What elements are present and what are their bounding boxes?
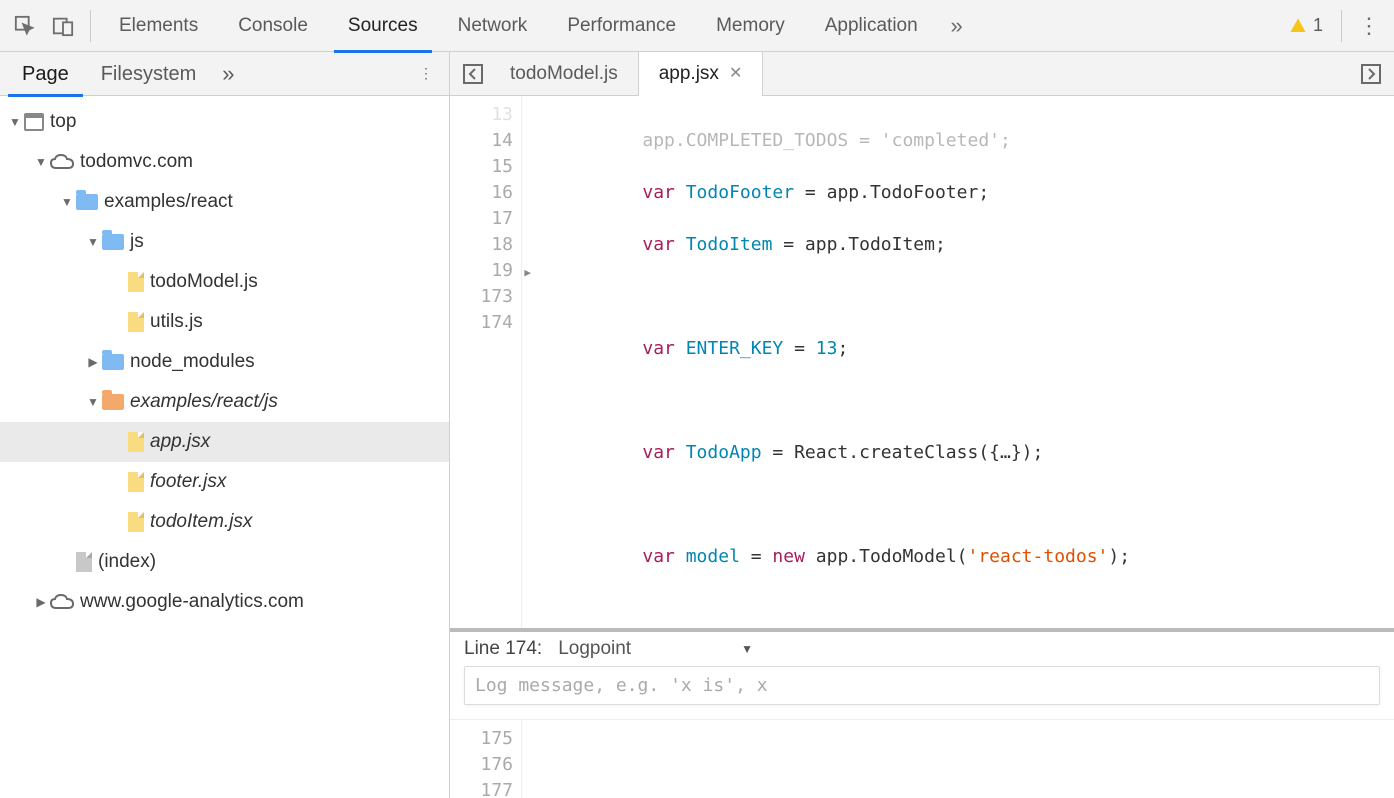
tree-folder[interactable]: ▶ node_modules xyxy=(0,342,449,382)
file-tree: ▼ top ▼ todomvc.com ▼ examples/react ▼ j… xyxy=(0,96,449,798)
inspect-icon[interactable] xyxy=(6,7,44,45)
folder-icon xyxy=(102,354,124,370)
tree-label: todoItem.jsx xyxy=(150,511,252,533)
sidebar-tab-page[interactable]: Page xyxy=(6,52,85,96)
more-tabs-icon[interactable]: » xyxy=(938,7,976,45)
logpoint-line-label: Line 174: xyxy=(464,638,542,660)
code-text[interactable]: function render() { React.render( <TodoA… xyxy=(522,720,1394,798)
window-icon xyxy=(24,113,44,131)
chevron-down-icon: ▼ xyxy=(34,155,48,169)
tree-label: utils.js xyxy=(150,311,203,333)
tab-performance[interactable]: Performance xyxy=(547,0,696,52)
tree-label: www.google-analytics.com xyxy=(80,591,304,613)
tab-elements[interactable]: Elements xyxy=(99,0,218,52)
gutter: 175 176 177 178 179 180 181 182 183 184 … xyxy=(450,720,522,798)
file-icon xyxy=(128,432,144,452)
nav-forward-icon[interactable] xyxy=(1354,57,1388,91)
tree-label: examples/react/js xyxy=(130,391,278,413)
logpoint-panel: Line 174: Logpoint ▼ xyxy=(450,628,1394,720)
tree-domain[interactable]: ▶ www.google-analytics.com xyxy=(0,582,449,622)
nav-back-icon[interactable] xyxy=(456,57,490,91)
devtools-toolbar: Elements Console Sources Network Perform… xyxy=(0,0,1394,52)
tab-console[interactable]: Console xyxy=(218,0,328,52)
tree-label: todomvc.com xyxy=(80,151,193,173)
file-icon xyxy=(128,472,144,492)
file-icon xyxy=(76,552,92,572)
tree-label: node_modules xyxy=(130,351,255,373)
chevron-right-icon: ▶ xyxy=(34,595,48,609)
sources-sidebar: Page Filesystem » ⋮ ▼ top ▼ todomvc.com … xyxy=(0,52,450,798)
editor-tab-label: todoModel.js xyxy=(510,52,618,96)
device-toggle-icon[interactable] xyxy=(44,7,82,45)
close-icon[interactable]: ✕ xyxy=(729,52,742,96)
tree-file[interactable]: todoModel.js xyxy=(0,262,449,302)
editor-tab-active[interactable]: app.jsx ✕ xyxy=(638,52,764,96)
tree-folder[interactable]: ▼ examples/react/js xyxy=(0,382,449,422)
tree-file[interactable]: footer.jsx xyxy=(0,462,449,502)
tree-folder[interactable]: ▼ js xyxy=(0,222,449,262)
toolbar-divider xyxy=(90,10,91,42)
chevron-down-icon: ▼ xyxy=(60,195,74,209)
source-editor: todoModel.js app.jsx ✕ 13 14 15 16 17 18… xyxy=(450,52,1394,798)
gutter: 13 14 15 16 17 18 19 173 174 xyxy=(450,96,522,628)
file-icon xyxy=(128,272,144,292)
tree-label: top xyxy=(50,111,76,133)
code-pane-top[interactable]: 13 14 15 16 17 18 19 173 174 app.COMPLET… xyxy=(450,96,1394,628)
logpoint-input[interactable] xyxy=(464,666,1380,705)
chevron-down-icon: ▼ xyxy=(8,115,22,129)
tab-memory[interactable]: Memory xyxy=(696,0,805,52)
folder-icon xyxy=(102,394,124,410)
sidebar-tabs: Page Filesystem » ⋮ xyxy=(0,52,449,96)
editor-tabs: todoModel.js app.jsx ✕ xyxy=(450,52,1394,96)
editor-tab-label: app.jsx xyxy=(659,52,719,96)
folder-icon xyxy=(102,234,124,250)
chevron-down-icon: ▼ xyxy=(741,642,753,656)
tab-sources[interactable]: Sources xyxy=(328,0,438,52)
tab-network[interactable]: Network xyxy=(438,0,548,52)
tree-label: examples/react xyxy=(104,191,233,213)
code-pane-bottom[interactable]: 175 176 177 178 179 180 181 182 183 184 … xyxy=(450,720,1394,798)
kebab-menu-icon[interactable]: ⋮ xyxy=(1350,7,1388,45)
editor-tab[interactable]: todoModel.js xyxy=(490,52,638,96)
chevron-right-icon: ▶ xyxy=(86,355,100,369)
file-icon xyxy=(128,512,144,532)
chevron-down-icon: ▼ xyxy=(86,235,100,249)
folder-icon xyxy=(76,194,98,210)
sidebar-more-icon[interactable]: » xyxy=(212,61,244,87)
chevron-down-icon: ▼ xyxy=(86,395,100,409)
sidebar-menu-icon[interactable]: ⋮ xyxy=(409,65,443,82)
warning-indicator[interactable]: 1 xyxy=(1279,15,1333,36)
tree-file[interactable]: todoItem.jsx xyxy=(0,502,449,542)
tab-application[interactable]: Application xyxy=(805,0,938,52)
file-icon xyxy=(128,312,144,332)
sidebar-tab-filesystem[interactable]: Filesystem xyxy=(85,52,213,96)
tree-file-selected[interactable]: app.jsx xyxy=(0,422,449,462)
cloud-icon xyxy=(50,153,74,171)
toolbar-divider xyxy=(1341,10,1342,42)
tree-label: app.jsx xyxy=(150,431,210,453)
code-text[interactable]: app.COMPLETED_TODOS = 'completed'; var T… xyxy=(522,96,1394,628)
tree-label: (index) xyxy=(98,551,156,573)
tree-file[interactable]: utils.js xyxy=(0,302,449,342)
logpoint-type-label: Logpoint xyxy=(558,638,631,660)
tree-label: todoModel.js xyxy=(150,271,258,293)
tree-top[interactable]: ▼ top xyxy=(0,102,449,142)
tree-folder[interactable]: ▼ examples/react xyxy=(0,182,449,222)
warning-count: 1 xyxy=(1313,15,1323,36)
tree-file[interactable]: (index) xyxy=(0,542,449,582)
tree-label: footer.jsx xyxy=(150,471,226,493)
tree-label: js xyxy=(130,231,144,253)
logpoint-type-dropdown[interactable]: Logpoint ▼ xyxy=(558,638,753,660)
cloud-icon xyxy=(50,593,74,611)
tree-domain[interactable]: ▼ todomvc.com xyxy=(0,142,449,182)
